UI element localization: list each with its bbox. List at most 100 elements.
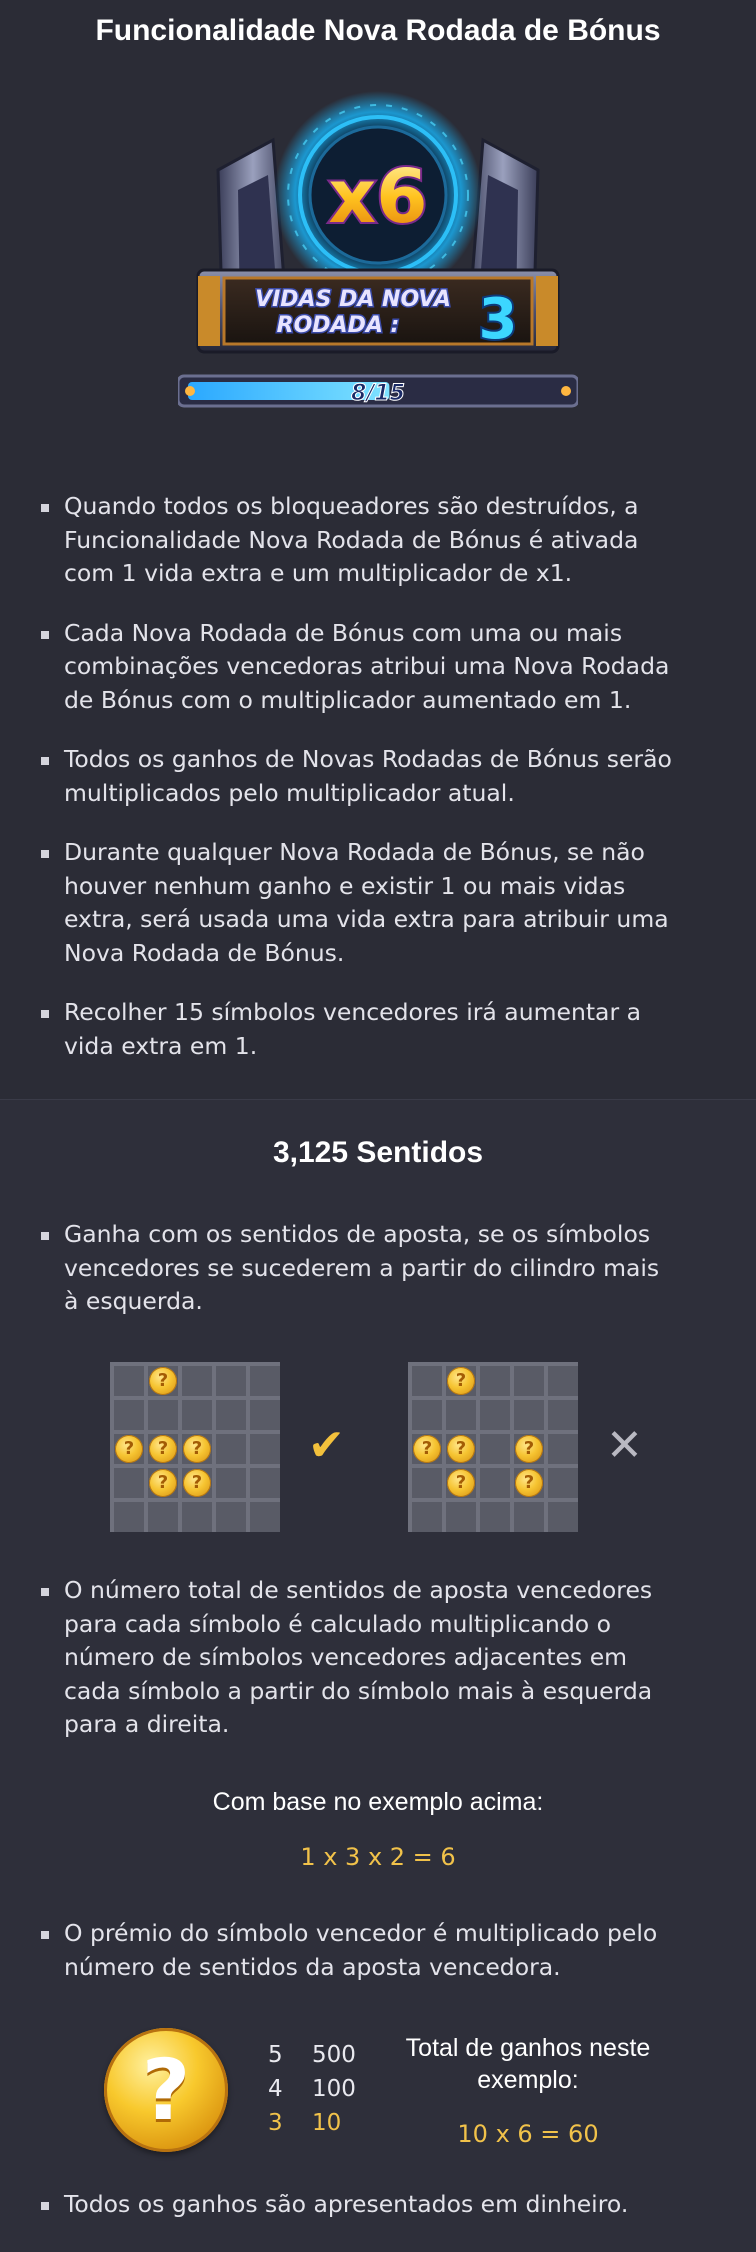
section-title-bonus-feature: Funcionalidade Nova Rodada de Bónus	[95, 14, 661, 47]
ways-rule-4: Todos os ganhos são apresentados em dinh…	[38, 2188, 678, 2222]
grid-cell: ?	[148, 1366, 178, 1396]
rule-item: O número total de sentidos de aposta ven…	[38, 1574, 678, 1742]
mystery-coin-icon: ?	[447, 1367, 475, 1395]
paytable-count: 3	[268, 2110, 283, 2136]
grid-cell	[182, 1400, 212, 1430]
grid-cell: ?	[114, 1434, 144, 1464]
rule-item: Todos os ganhos são apresentados em dinh…	[38, 2188, 678, 2222]
multiplier-text: x6	[328, 154, 427, 240]
grid-cell	[148, 1400, 178, 1430]
progress-text: 8/15	[351, 381, 405, 406]
grid-cell	[216, 1434, 246, 1464]
example-grid-valid: ??????	[110, 1362, 280, 1532]
mystery-coin-icon: ?	[183, 1435, 211, 1463]
paytable-row-highlighted: 3 10	[268, 2106, 378, 2140]
grid-cell	[412, 1366, 442, 1396]
paytable-value: 100	[312, 2076, 356, 2102]
bonus-feature-rules: Quando todos os bloqueadores são destruí…	[38, 490, 678, 1063]
grid-cell	[514, 1366, 544, 1396]
grid-cell	[216, 1400, 246, 1430]
mystery-coin-icon: ?	[447, 1469, 475, 1497]
section-title-ways: 3,125 Sentidos	[272, 1136, 484, 1169]
lives-label-line1: VIDAS DA NOVA	[255, 287, 451, 312]
grid-cell: ?	[446, 1366, 476, 1396]
grid-cell	[514, 1502, 544, 1532]
example-grid-invalid: ??????	[408, 1362, 578, 1532]
rule-item: Ganha com os sentidos de aposta, se os s…	[38, 1218, 678, 1319]
grid-cell	[480, 1400, 510, 1430]
grid-cell	[480, 1434, 510, 1464]
grid-cell	[182, 1366, 212, 1396]
grid-cell	[514, 1400, 544, 1430]
example-formula: 1 x 3 x 2 = 6	[300, 1843, 456, 1871]
rule-item: Cada Nova Rodada de Bónus com uma ou mai…	[38, 617, 678, 718]
grid-cell	[548, 1434, 578, 1464]
mystery-coin-icon: ?	[183, 1469, 211, 1497]
grid-cell	[480, 1468, 510, 1498]
grid-cell: ?	[446, 1434, 476, 1464]
ways-rule-2: O número total de sentidos de aposta ven…	[38, 1574, 678, 1742]
example-caption: Com base no exemplo acima:	[212, 1788, 544, 1816]
grid-cell	[446, 1400, 476, 1430]
paytable-count: 4	[268, 2076, 283, 2102]
question-mark: ?	[141, 2041, 191, 2139]
grid-cell	[216, 1366, 246, 1396]
mystery-coin-icon: ?	[149, 1435, 177, 1463]
bonus-feature-section: Funcionalidade Nova Rodada de Bónus x6 V…	[0, 0, 756, 1100]
mystery-coin-icon: ?	[515, 1469, 543, 1497]
grid-cell	[114, 1468, 144, 1498]
grid-cell	[480, 1502, 510, 1532]
grid-cell	[446, 1502, 476, 1532]
grid-cell	[250, 1502, 280, 1532]
check-icon: ✔	[308, 1420, 345, 1471]
paytable-row: 5 500	[268, 2038, 378, 2072]
grid-cell	[548, 1468, 578, 1498]
grid-cell	[548, 1400, 578, 1430]
paytable-page: Funcionalidade Nova Rodada de Bónus x6 V…	[0, 0, 756, 2252]
grid-cell	[250, 1400, 280, 1430]
grid-cell	[114, 1502, 144, 1532]
lives-value: 3	[479, 287, 518, 352]
grid-cell	[412, 1468, 442, 1498]
total-label: Total de ganhos neste exemplo:	[388, 2032, 668, 2096]
grid-cell	[216, 1468, 246, 1498]
mystery-coin-icon: ?	[115, 1435, 143, 1463]
grid-cell	[250, 1366, 280, 1396]
ways-rule-1: Ganha com os sentidos de aposta, se os s…	[38, 1218, 678, 1319]
paytable-count: 5	[268, 2042, 283, 2068]
paytable-value: 10	[312, 2110, 342, 2136]
cross-icon: ✕	[606, 1420, 643, 1471]
grid-cell: ?	[182, 1434, 212, 1464]
bonus-feature-illustration: x6 VIDAS DA NOVA RODADA : 3 8/15	[176, 80, 580, 440]
mystery-coin-icon: ?	[515, 1435, 543, 1463]
mystery-coin-icon: ?	[447, 1435, 475, 1463]
rule-item: Recolher 15 símbolos vencedores irá aume…	[38, 996, 678, 1063]
grid-cell	[216, 1502, 246, 1532]
total-label-line2: exemplo:	[477, 2066, 579, 2094]
grid-cell	[480, 1366, 510, 1396]
paytable-row: 4 100	[268, 2072, 378, 2106]
mystery-coin-icon: ?	[149, 1469, 177, 1497]
grid-cell	[412, 1400, 442, 1430]
paytable-value: 500	[312, 2042, 356, 2068]
rule-item: Quando todos os bloqueadores são destruí…	[38, 490, 678, 591]
rule-item: Todos os ganhos de Novas Rodadas de Bónu…	[38, 743, 678, 810]
grid-cell: ?	[412, 1434, 442, 1464]
grid-cell: ?	[148, 1434, 178, 1464]
grid-cell	[182, 1502, 212, 1532]
grid-cell	[250, 1468, 280, 1498]
bonus-machine-graphic: x6 VIDAS DA NOVA RODADA : 3 8/15	[176, 91, 580, 408]
symbol-paytable: 5 500 4 100 3 10	[268, 2038, 378, 2140]
mystery-symbol-icon: ?	[104, 2028, 228, 2152]
total-formula: 10 x 6 = 60	[457, 2120, 599, 2148]
rule-item: O prémio do símbolo vencedor é multiplic…	[38, 1917, 678, 1984]
grid-cell	[412, 1502, 442, 1532]
grid-cell	[250, 1434, 280, 1464]
grid-cell	[114, 1366, 144, 1396]
lives-label-line2: RODADA :	[277, 313, 400, 338]
ways-rule-3: O prémio do símbolo vencedor é multiplic…	[38, 1917, 678, 1984]
grid-cell: ?	[148, 1468, 178, 1498]
grid-cell	[148, 1502, 178, 1532]
grid-cell	[548, 1366, 578, 1396]
grid-cell: ?	[514, 1434, 544, 1464]
